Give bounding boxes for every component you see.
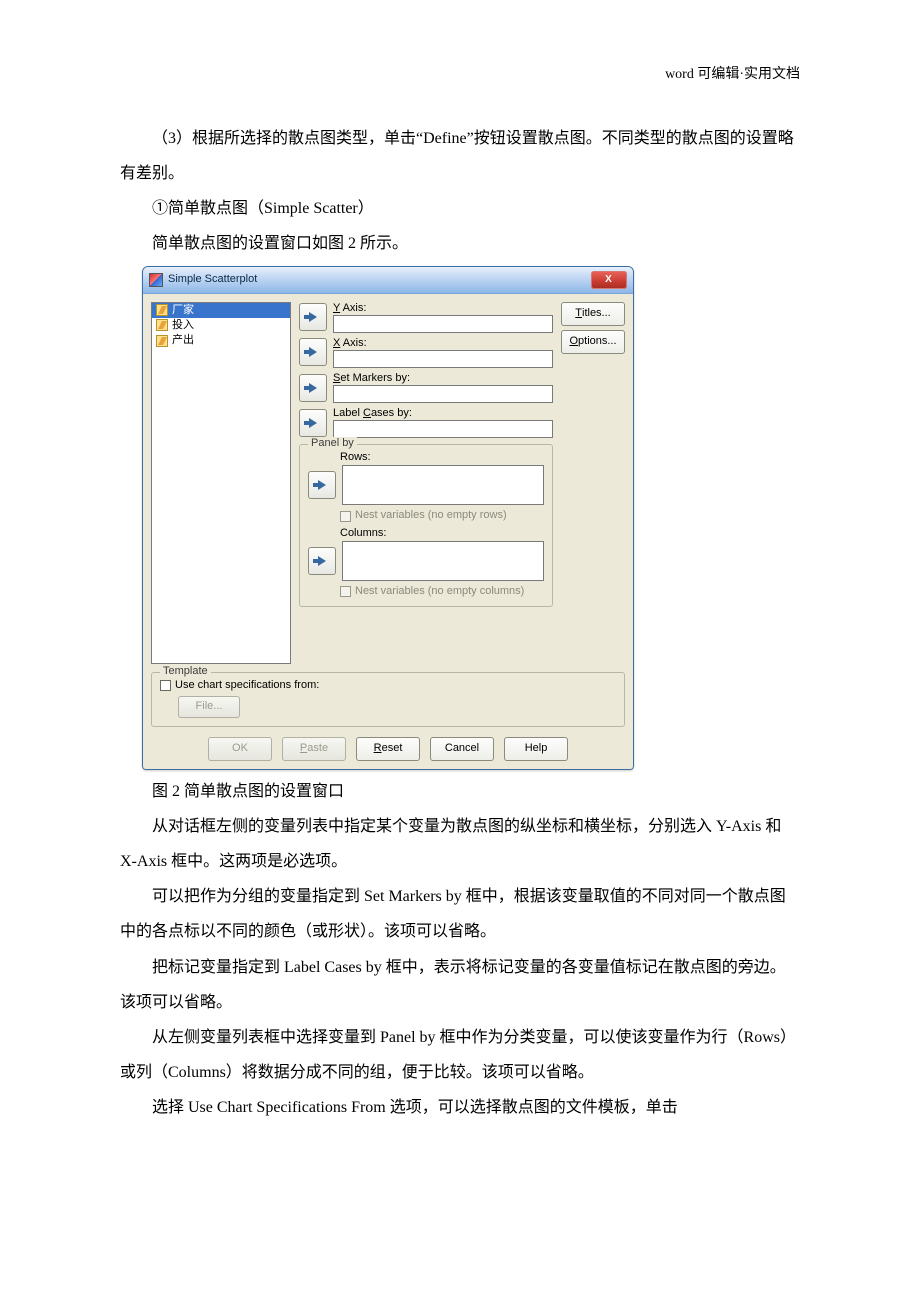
- set-markers-label: Set Markers by:: [333, 372, 553, 385]
- body-paragraph-7: 从左侧变量列表框中选择变量到 Panel by 框中作为分类变量，可以使该变量作…: [120, 1020, 800, 1090]
- file-button: File...: [178, 696, 240, 718]
- help-button[interactable]: Help: [504, 737, 568, 761]
- label-cases-label: Label Cases by:: [333, 407, 553, 420]
- yaxis-input[interactable]: [333, 315, 553, 333]
- variable-item[interactable]: 投入: [152, 318, 290, 333]
- body-paragraph-5: 可以把作为分组的变量指定到 Set Markers by 框中，根据该变量取值的…: [120, 879, 800, 949]
- arrow-right-icon: [318, 480, 326, 490]
- nest-rows-checkbox: [340, 511, 351, 522]
- label-cases-input[interactable]: [333, 420, 553, 438]
- body-paragraph-6: 把标记变量指定到 Label Cases by 框中，表示将标记变量的各变量值标…: [120, 950, 800, 1020]
- move-to-markers-button[interactable]: [299, 374, 327, 402]
- variable-icon: [156, 304, 168, 316]
- variable-label: 产出: [172, 334, 194, 347]
- use-chart-spec-checkbox[interactable]: [160, 680, 171, 691]
- cancel-button[interactable]: Cancel: [430, 737, 494, 761]
- use-chart-spec-label: Use chart specifications from:: [175, 679, 319, 692]
- page-header: word 可编辑·实用文档: [120, 60, 800, 91]
- dialog-button-row: OK Paste Reset Cancel Help: [151, 737, 625, 761]
- rows-input[interactable]: [342, 465, 544, 505]
- close-icon: X: [605, 274, 613, 286]
- variable-label: 厂家: [172, 304, 194, 317]
- variable-icon: [156, 335, 168, 347]
- xaxis-label: X Axis:: [333, 337, 553, 350]
- panel-by-title: Panel by: [308, 437, 357, 450]
- move-to-rows-button[interactable]: [308, 471, 336, 499]
- yaxis-label: Y Axis:: [333, 302, 553, 315]
- titles-button[interactable]: Titles...: [561, 302, 625, 326]
- variable-icon: [156, 319, 168, 331]
- variable-label: 投入: [172, 319, 194, 332]
- variable-item[interactable]: 产出: [152, 333, 290, 348]
- template-title: Template: [160, 665, 211, 678]
- template-group: Template Use chart specifications from: …: [151, 672, 625, 727]
- move-to-xaxis-button[interactable]: [299, 338, 327, 366]
- variable-item[interactable]: 厂家: [152, 303, 290, 318]
- body-paragraph-8: 选择 Use Chart Specifications From 选项，可以选择…: [120, 1090, 800, 1125]
- arrow-right-icon: [309, 418, 317, 428]
- options-button[interactable]: Options...: [561, 330, 625, 354]
- move-to-yaxis-button[interactable]: [299, 303, 327, 331]
- arrow-right-icon: [309, 383, 317, 393]
- rows-label: Rows:: [340, 451, 544, 464]
- close-button[interactable]: X: [591, 271, 627, 289]
- body-paragraph-4: 从对话框左侧的变量列表中指定某个变量为散点图的纵坐标和横坐标，分别选入 Y-Ax…: [120, 809, 800, 879]
- columns-label: Columns:: [340, 527, 544, 540]
- move-to-columns-button[interactable]: [308, 547, 336, 575]
- body-paragraph-2: ①简单散点图（Simple Scatter）: [120, 191, 800, 226]
- columns-input[interactable]: [342, 541, 544, 581]
- dialog-titlebar: Simple Scatterplot X: [143, 267, 633, 294]
- body-paragraph-1: （3）根据所选择的散点图类型，单击“Define”按钮设置散点图。不同类型的散点…: [120, 121, 800, 191]
- set-markers-input[interactable]: [333, 385, 553, 403]
- ok-button: OK: [208, 737, 272, 761]
- simple-scatterplot-dialog: Simple Scatterplot X 厂家 投入 产出: [142, 266, 634, 770]
- xaxis-input[interactable]: [333, 350, 553, 368]
- arrow-right-icon: [309, 312, 317, 322]
- panel-by-group: Panel by Rows: Nest variables (no empty …: [299, 444, 553, 607]
- body-paragraph-3: 简单散点图的设置窗口如图 2 所示。: [120, 226, 800, 261]
- nest-rows-label: Nest variables (no empty rows): [355, 509, 507, 522]
- nest-columns-label: Nest variables (no empty columns): [355, 585, 524, 598]
- reset-button[interactable]: Reset: [356, 737, 420, 761]
- dialog-title: Simple Scatterplot: [168, 273, 257, 286]
- variable-list[interactable]: 厂家 投入 产出: [151, 302, 291, 664]
- app-icon: [149, 273, 163, 287]
- figure-caption: 图 2 简单散点图的设置窗口: [120, 774, 800, 809]
- arrow-right-icon: [309, 347, 317, 357]
- move-to-labelcases-button[interactable]: [299, 409, 327, 437]
- nest-columns-checkbox: [340, 586, 351, 597]
- arrow-right-icon: [318, 556, 326, 566]
- paste-button: Paste: [282, 737, 346, 761]
